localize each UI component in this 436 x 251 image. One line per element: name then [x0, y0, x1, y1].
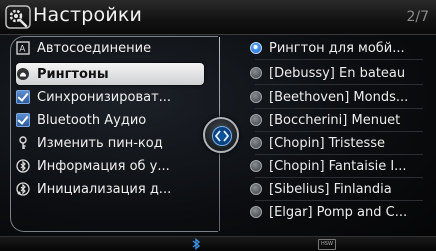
header-bar: Настройки 2/7 — [0, 0, 436, 35]
ringtone-label: Рингтон для мобй... — [269, 40, 405, 56]
ringtone-item[interactable]: [Beethoven] Monds... — [250, 86, 430, 108]
gear-wrench-icon — [5, 5, 31, 29]
ringtone-item[interactable]: [Debussy] En bateau — [250, 62, 430, 84]
svg-text:A: A — [19, 45, 26, 55]
ringtone-item[interactable]: [Chopin] Tristesse — [250, 132, 430, 154]
menu-item-ringtones[interactable]: Рингтоны — [16, 63, 204, 85]
ringtone-item[interactable]: Рингтон для мобй... — [250, 37, 430, 59]
ringtone-item[interactable]: [Chopin] Fantaisie I... — [250, 155, 430, 177]
radio-icon — [250, 137, 262, 149]
radio-selected-icon — [250, 42, 262, 54]
menu-item-bluetooth-audio[interactable]: Bluetooth Аудио — [16, 109, 204, 131]
menu-item-label: Информация об у... — [37, 158, 170, 174]
ringtone-label: [Boccherini] Menuet — [269, 112, 401, 128]
menu-item-reset[interactable]: Инициализация д... — [16, 178, 204, 200]
page-indicator: 2/7 — [406, 9, 429, 25]
radio-icon — [250, 114, 262, 126]
ringtone-icon — [16, 67, 30, 81]
reset-icon — [16, 182, 30, 196]
ringtone-label: [Beethoven] Monds... — [269, 89, 409, 105]
status-badge: HSW — [318, 239, 336, 250]
status-bar: HSW — [0, 236, 436, 251]
ringtone-label: [Chopin] Fantaisie I... — [269, 158, 407, 174]
list-divider — [255, 84, 423, 85]
key-icon — [16, 136, 30, 150]
auto-connect-icon: A — [16, 41, 30, 55]
knob-arrows-icon — [212, 126, 232, 146]
settings-screen: Настройки 2/7 A Автосоединение Рингтоны … — [0, 0, 436, 251]
ringtone-item[interactable]: [Boccherini] Menuet — [250, 109, 430, 131]
page-title: Настройки — [33, 4, 143, 26]
menu-item-label: Bluetooth Аудио — [37, 112, 147, 128]
menu-item-label: Синхронизироват... — [37, 89, 172, 105]
menu-item-device-info[interactable]: Информация об у... — [16, 155, 204, 177]
menu-item-sync[interactable]: Синхронизироват... — [16, 86, 204, 108]
radio-icon — [250, 91, 262, 103]
list-divider — [255, 59, 423, 60]
menu-item-label: Изменить пин-код — [37, 135, 163, 151]
device-info-icon — [16, 159, 30, 173]
checkbox-checked-icon[interactable] — [16, 113, 30, 127]
ringtone-label: [Elgar] Pomp and C... — [269, 204, 408, 220]
bluetooth-icon — [192, 238, 201, 250]
ringtone-label: [Debussy] En bateau — [269, 65, 406, 81]
checkbox-checked-icon[interactable] — [16, 90, 30, 104]
radio-icon — [250, 160, 262, 172]
ringtone-item[interactable]: [Sibelius] Finlandia — [250, 178, 430, 200]
menu-item-label: Инициализация д... — [37, 181, 172, 197]
radio-icon — [250, 183, 262, 195]
menu-item-change-pin[interactable]: Изменить пин-код — [16, 132, 204, 154]
ringtone-item[interactable]: [Elgar] Pomp and C... — [250, 201, 430, 223]
radio-icon — [250, 67, 262, 79]
menu-item-auto-connect[interactable]: A Автосоединение — [16, 37, 204, 59]
menu-item-label: Рингтоны — [37, 66, 109, 82]
radio-icon — [250, 206, 262, 218]
ringtone-label: [Sibelius] Finlandia — [269, 181, 392, 197]
ringtone-label: [Chopin] Tristesse — [269, 135, 386, 151]
rotary-knob[interactable] — [203, 117, 239, 153]
menu-item-label: Автосоединение — [37, 40, 152, 56]
